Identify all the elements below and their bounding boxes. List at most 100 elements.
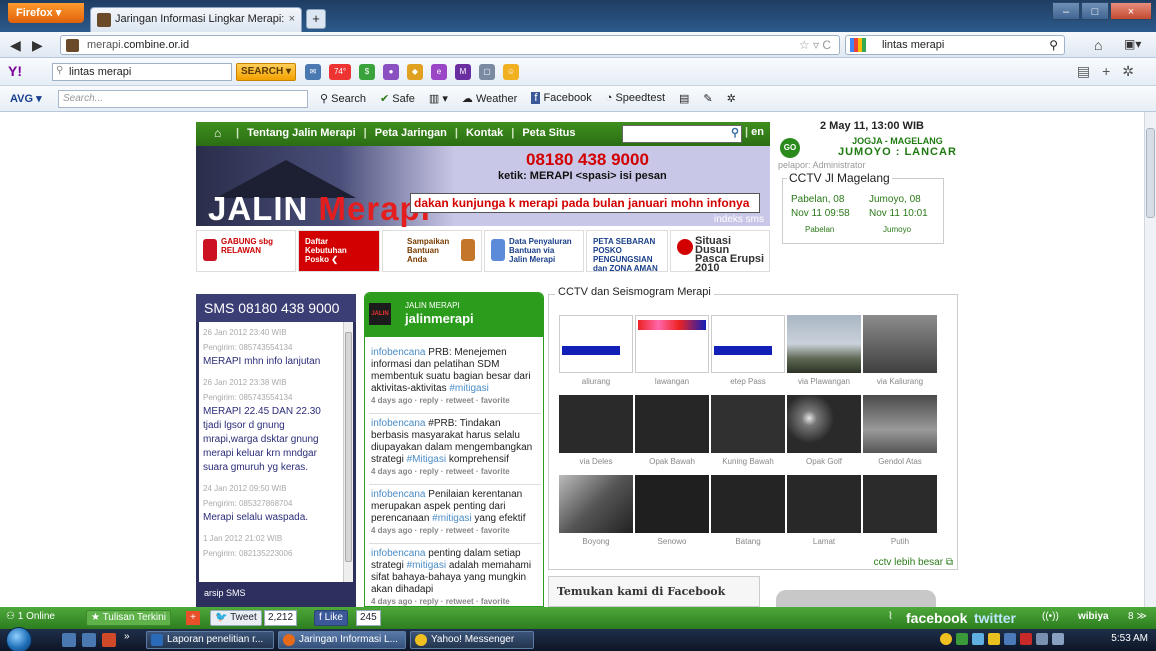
- finance-icon[interactable]: $: [359, 64, 375, 80]
- start-button[interactable]: [6, 627, 32, 651]
- avg-weather-button[interactable]: ☁ Weather: [462, 92, 517, 105]
- twitter-link[interactable]: twitter: [974, 610, 1016, 626]
- cctv-pabelan-link[interactable]: Pabelan, 08 Nov 11 09:58 Pabelan: [791, 193, 850, 237]
- search-icon[interactable]: ⚲: [1049, 38, 1058, 52]
- trash-icon[interactable]: ▥ ▾: [429, 92, 448, 105]
- games-icon[interactable]: ◆: [407, 64, 423, 80]
- yahoo-search-button[interactable]: SEARCH ▾: [236, 63, 296, 81]
- rss-icon[interactable]: ⌇: [888, 611, 893, 622]
- show-desktop-icon[interactable]: [62, 633, 76, 647]
- site-search-input[interactable]: ⚲: [622, 125, 742, 143]
- cctv-cell[interactable]: via Plawangan: [787, 315, 861, 395]
- tray-app-icon[interactable]: [1004, 633, 1016, 645]
- browser-search-field[interactable]: lintas merapi ⚲: [845, 35, 1065, 55]
- yahoo-search-input[interactable]: ⚲ lintas merapi: [52, 63, 232, 81]
- cctv-lebih-besar-link[interactable]: cctv lebih besar ⧉: [874, 557, 953, 568]
- wifi-signal-icon[interactable]: ((•)): [1042, 611, 1059, 622]
- cctv-cell[interactable]: Opak Golf: [787, 395, 861, 475]
- lang-switch-en[interactable]: | en: [745, 126, 764, 138]
- antivirus-tray-icon[interactable]: [1020, 633, 1032, 645]
- cctv-cell[interactable]: Lamat: [787, 475, 861, 555]
- avg-search-button[interactable]: ⚲ Search: [320, 92, 366, 105]
- facebook-link[interactable]: facebook: [906, 610, 967, 626]
- nav-kontak[interactable]: Kontak: [466, 127, 503, 139]
- mail-icon[interactable]: ✉: [305, 64, 321, 80]
- scrollbar-thumb[interactable]: [1146, 128, 1155, 218]
- gear-icon[interactable]: ✲: [727, 92, 736, 105]
- yahoo-logo-icon[interactable]: Y!: [8, 63, 22, 79]
- network-tray-icon[interactable]: [972, 633, 984, 645]
- page-icon[interactable]: ▢: [479, 64, 495, 80]
- avatar[interactable]: JALIN: [369, 303, 391, 325]
- google-engine-icon[interactable]: [850, 38, 866, 52]
- pen-icon[interactable]: ✎: [703, 92, 712, 105]
- notes-icon[interactable]: ▤: [679, 92, 689, 105]
- sampaikan-bantuan-button[interactable]: Sampaikan Bantuan Anda: [382, 230, 482, 272]
- close-window-button[interactable]: ×: [1110, 2, 1152, 20]
- site-logo[interactable]: JALIN Merapi: [208, 190, 431, 228]
- clock[interactable]: 5:53 AM: [1111, 633, 1148, 644]
- rss-plus-icon[interactable]: +: [186, 611, 200, 625]
- media-player-icon[interactable]: [102, 633, 116, 647]
- cctv-cell[interactable]: Gendol Atas: [863, 395, 937, 475]
- audio-player[interactable]: [776, 590, 936, 607]
- back-arrow-icon[interactable]: ◀: [10, 37, 21, 54]
- avg-logo-icon[interactable]: AVG ▾: [10, 92, 42, 105]
- cctv-jumoyo-link[interactable]: Jumoyo, 08 Nov 11 10:01 Jumoyo: [869, 193, 928, 237]
- like-button[interactable]: f Like: [314, 610, 348, 626]
- collapse-icon[interactable]: 8 ≫: [1128, 611, 1147, 622]
- messenger-icon[interactable]: ☺: [503, 64, 519, 80]
- wibiya-logo[interactable]: wibiya: [1078, 611, 1109, 622]
- daftar-kebutuhan-button[interactable]: Daftar Kebutuhan Posko ❮: [298, 230, 380, 272]
- forward-arrow-icon[interactable]: ▶: [32, 37, 43, 54]
- search-icon[interactable]: ⚲: [731, 126, 739, 139]
- home-icon[interactable]: ⌂: [214, 126, 221, 140]
- taskbar-item-yahoo-messenger[interactable]: Yahoo! Messenger: [410, 631, 534, 649]
- switch-windows-icon[interactable]: [82, 633, 96, 647]
- my-yahoo-icon[interactable]: M: [455, 64, 471, 80]
- avg-tray-icon[interactable]: [956, 633, 968, 645]
- cctv-cell[interactable]: Senowo: [635, 475, 709, 555]
- peta-sebaran-button[interactable]: PETA SEBARAN POSKO PENGUNGSIAN dan ZONA AM…: [586, 230, 668, 273]
- tulisan-terkini-button[interactable]: ★ Tulisan Terkini: [86, 610, 171, 626]
- cctv-cell[interactable]: Opak Bawah: [635, 395, 709, 475]
- situasi-dusun-button[interactable]: Situasi Dusun Pasca Erupsi 2010: [670, 230, 770, 274]
- ebay-icon[interactable]: e: [431, 64, 447, 80]
- twitter-handle[interactable]: jalinmerapi: [405, 311, 474, 326]
- quick-launch-expand-icon[interactable]: »: [124, 631, 130, 642]
- minimize-button[interactable]: –: [1052, 2, 1080, 20]
- sms-scrollbar[interactable]: [343, 322, 353, 582]
- avg-speedtest-button[interactable]: ◔ Speedtest: [606, 92, 665, 105]
- volume-icon[interactable]: [1052, 633, 1064, 645]
- data-penyaluran-button[interactable]: Data Penyaluran Bantuan via Jalin Merapi: [484, 230, 584, 272]
- bookmarks-menu-icon[interactable]: ▣▾: [1124, 37, 1141, 51]
- cctv-cell[interactable]: lawangan: [635, 315, 709, 395]
- tab-close-icon[interactable]: ×: [289, 13, 295, 25]
- avg-facebook-button[interactable]: f Facebook: [531, 92, 592, 105]
- online-count[interactable]: ⚇ 1 Online: [6, 611, 55, 622]
- arsip-sms-link[interactable]: arsip SMS: [204, 588, 246, 598]
- cctv-cell[interactable]: Kuning Bawah: [711, 395, 785, 475]
- cctv-cell[interactable]: Putih: [863, 475, 937, 555]
- messenger-tray-icon[interactable]: [940, 633, 952, 645]
- cctv-cell[interactable]: Boyong: [559, 475, 633, 555]
- browser-tab-active[interactable]: Jaringan Informasi Lingkar Merapi: ×: [90, 7, 302, 32]
- tweet-button[interactable]: 🐦 Tweet: [210, 610, 262, 626]
- url-bar[interactable]: merapi.combine.or.id ☆ ▿ C: [60, 35, 840, 55]
- flickr-icon[interactable]: ●: [383, 64, 399, 80]
- indeks-sms-link[interactable]: indeks sms: [714, 214, 764, 225]
- warning-tray-icon[interactable]: [988, 633, 1000, 645]
- toolbar-settings-icons[interactable]: ▤+✲: [1077, 63, 1146, 80]
- cctv-cell[interactable]: aliurang: [559, 315, 633, 395]
- bookmark-star-icon[interactable]: ☆ ▿ C: [799, 38, 831, 52]
- cctv-cell[interactable]: etep Pass: [711, 315, 785, 395]
- cctv-cell[interactable]: via Kaliurang: [863, 315, 937, 395]
- maximize-button[interactable]: □: [1081, 2, 1109, 20]
- nav-peta-situs[interactable]: Peta Situs: [522, 127, 575, 139]
- avg-search-input[interactable]: Search...: [58, 90, 308, 108]
- cctv-cell[interactable]: Batang: [711, 475, 785, 555]
- gabung-relawan-button[interactable]: GABUNG sbg RELAWAN: [196, 230, 296, 272]
- firefox-menu-button[interactable]: Firefox ▾: [8, 3, 84, 23]
- nav-tentang[interactable]: Tentang Jalin Merapi: [247, 127, 356, 139]
- nav-peta-jaringan[interactable]: Peta Jaringan: [375, 127, 447, 139]
